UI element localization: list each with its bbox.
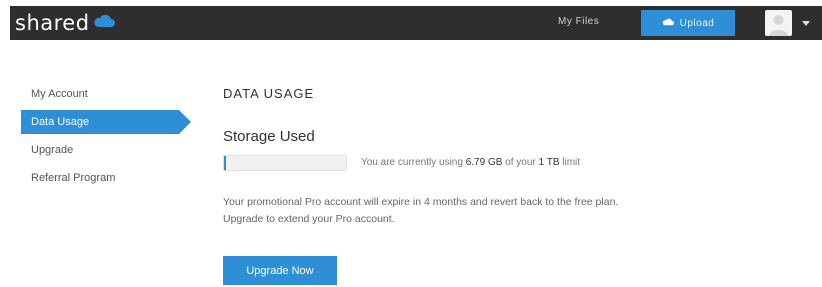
- user-icon: [765, 15, 792, 36]
- usage-middle: of your: [502, 157, 539, 168]
- cloud-icon: [93, 14, 115, 33]
- sidebar-item-data-usage[interactable]: Data Usage: [21, 110, 191, 134]
- sidebar-item-upgrade[interactable]: Upgrade: [21, 138, 201, 162]
- usage-amount: 6.79 GB: [465, 157, 503, 168]
- avatar[interactable]: [765, 10, 792, 36]
- sidebar-nav: My Account Data Usage Upgrade Referral P…: [21, 82, 201, 194]
- upload-button[interactable]: Upload: [641, 10, 735, 36]
- usage-prefix: You are currently using: [361, 157, 466, 168]
- page-title: DATA USAGE: [223, 86, 315, 101]
- top-navigation-bar: shared My Files Upload: [10, 6, 822, 40]
- logo[interactable]: shared: [15, 11, 115, 35]
- usage-limit: 1 TB: [538, 157, 560, 168]
- sidebar-item-label: Data Usage: [31, 116, 90, 128]
- logo-text: shared: [15, 11, 90, 35]
- storage-progress-fill: [224, 156, 226, 170]
- usage-suffix: limit: [559, 157, 581, 168]
- sidebar-item-label: My Account: [31, 88, 88, 100]
- storage-progress-bar: [223, 155, 347, 171]
- promo-line-1: Your promotional Pro account will expire…: [223, 196, 619, 208]
- caret-down-icon[interactable]: [799, 18, 813, 28]
- nav-my-files-link[interactable]: My Files: [558, 16, 599, 27]
- sidebar-item-referral-program[interactable]: Referral Program: [21, 166, 201, 190]
- storage-used-heading: Storage Used: [223, 128, 315, 145]
- upgrade-now-button[interactable]: Upgrade Now: [223, 256, 337, 285]
- upload-button-label: Upload: [679, 17, 715, 29]
- promo-line-2: Upgrade to extend your Pro account.: [223, 213, 395, 225]
- sidebar-item-label: Upgrade: [31, 144, 74, 156]
- sidebar-item-my-account[interactable]: My Account: [21, 82, 201, 106]
- usage-text: You are currently using 6.79 GB of your …: [361, 157, 580, 168]
- sidebar-item-label: Referral Program: [31, 172, 116, 184]
- cloud-icon: [662, 18, 674, 29]
- promo-message: Your promotional Pro account will expire…: [223, 194, 783, 228]
